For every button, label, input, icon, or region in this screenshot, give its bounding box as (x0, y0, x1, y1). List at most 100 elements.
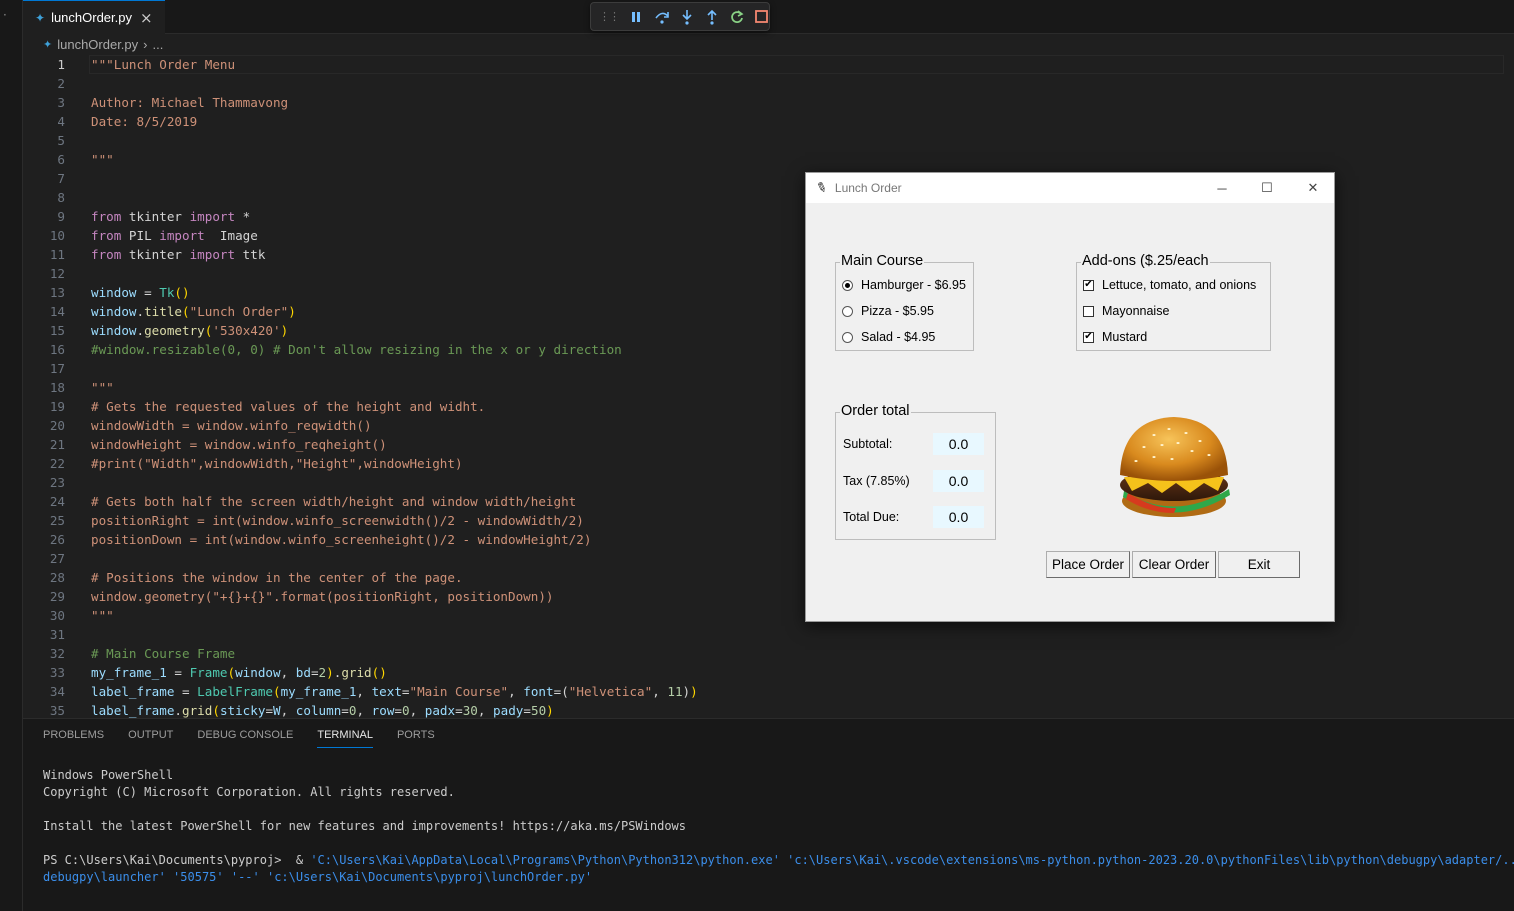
line-number: 26 (49, 532, 65, 547)
close-button[interactable]: ✕ (1290, 173, 1336, 203)
step-into-icon[interactable] (680, 9, 695, 25)
radio-pizza[interactable]: Pizza - $5.95 (842, 302, 934, 320)
panel-tabs: PROBLEMS OUTPUT DEBUG CONSOLE TERMINAL P… (43, 729, 435, 748)
window-title: Lunch Order (834, 181, 902, 195)
radio-indicator (842, 331, 853, 343)
clear-order-button[interactable]: Clear Order (1132, 551, 1216, 578)
stop-icon[interactable] (754, 9, 769, 25)
restart-icon[interactable] (729, 9, 744, 25)
breadcrumb-separator: › (143, 36, 148, 52)
line-number: 15 (49, 323, 65, 338)
order-total-frame: Order total Subtotal: 0.0 Tax (7.85%) 0.… (835, 403, 996, 540)
code-text: my_frame_1 = Frame(window, bd=2).grid() (91, 665, 387, 680)
line-number: 29 (49, 589, 65, 604)
code-text: window.geometry("+{}+{}".format(position… (91, 589, 554, 604)
radio-salad[interactable]: Salad - $4.95 (842, 328, 935, 346)
line-number: 6 (57, 152, 65, 167)
code-text: # Gets the requested values of the heigh… (91, 399, 486, 414)
line-number: 22 (49, 456, 65, 471)
addons-frame: Add-ons ($.25/each ✔ Lettuce, tomato, an… (1076, 253, 1271, 351)
total-due-label: Total Due: (843, 510, 900, 524)
radio-indicator (842, 305, 853, 317)
line-number: 32 (49, 646, 65, 661)
tab-close-icon[interactable]: × (140, 9, 153, 27)
line-number: 3 (57, 95, 65, 110)
subtotal-label: Subtotal: (843, 437, 893, 451)
place-order-button[interactable]: Place Order (1046, 551, 1130, 578)
line-number: 5 (57, 133, 65, 148)
checkbox-checked: ✔ (1083, 331, 1094, 343)
python-file-icon: ✦ (35, 10, 46, 25)
step-over-icon[interactable] (654, 9, 670, 25)
line-number: 20 (49, 418, 65, 433)
tab-ports[interactable]: PORTS (397, 729, 435, 748)
code-line: 6 """ (23, 150, 1423, 169)
line-number: 1 (57, 57, 65, 72)
code-text: label_frame = LabelFrame(my_frame_1, tex… (91, 684, 698, 699)
radio-indicator (842, 279, 853, 291)
code-text: """ (91, 380, 114, 395)
radio-label: Salad - $4.95 (861, 330, 936, 344)
checkbox-lettuce[interactable]: ✔ Lettuce, tomato, and onions (1083, 276, 1256, 294)
radio-label: Pizza - $5.95 (861, 304, 934, 318)
terminal-line: Windows PowerShell (43, 768, 174, 782)
code-text: windowHeight = window.winfo_reqheight() (91, 437, 387, 452)
tab-problems[interactable]: PROBLEMS (43, 729, 104, 748)
tab-terminal[interactable]: TERMINAL (317, 729, 373, 748)
breadcrumb-more[interactable]: ... (153, 37, 164, 52)
line-number: 10 (49, 228, 65, 243)
line-number: 7 (57, 171, 65, 186)
line-number: 2 (57, 76, 65, 91)
line-number: 4 (57, 114, 65, 129)
code-line: 35 label_frame.grid(sticky=W, column=0, r… (23, 701, 1423, 718)
checkbox-mustard[interactable]: ✔ Mustard (1083, 328, 1147, 346)
bottom-panel: PROBLEMS OUTPUT DEBUG CONSOLE TERMINAL P… (23, 718, 1514, 911)
line-number: 11 (49, 247, 65, 262)
line-number: 17 (49, 361, 65, 376)
minimize-button[interactable]: ─ (1199, 173, 1245, 203)
terminal[interactable]: Windows PowerShell Copyright (C) Microso… (43, 767, 1514, 886)
code-text: # Gets both half the screen width/height… (91, 494, 577, 509)
order-total-label: Order total (840, 403, 911, 420)
code-line: 32 # Main Course Frame (23, 644, 1423, 663)
terminal-command-continuation: debugpy\launcher' '50575' '--' 'c:\Users… (43, 870, 593, 884)
code-text: from tkinter import ttk (91, 247, 266, 262)
line-number: 24 (49, 494, 65, 509)
step-out-icon[interactable] (705, 9, 720, 25)
breadcrumb-file[interactable]: lunchOrder.py (57, 37, 138, 52)
line-number: 16 (49, 342, 65, 357)
code-text: """Lunch Order Menu (91, 57, 236, 72)
code-text: positionRight = int(window.winfo_screenw… (91, 513, 584, 528)
line-number: 21 (49, 437, 65, 452)
tab-debug-console[interactable]: DEBUG CONSOLE (197, 729, 293, 748)
line-number: 25 (49, 513, 65, 528)
checkbox-checked: ✔ (1083, 279, 1094, 291)
line-number: 28 (49, 570, 65, 585)
drag-handle-icon[interactable]: ⋮⋮ (599, 10, 620, 23)
tax-value: 0.0 (933, 470, 984, 492)
code-text: """ (91, 152, 114, 167)
checkbox-mayonnaise[interactable]: Mayonnaise (1083, 302, 1169, 320)
line-number: 27 (49, 551, 65, 566)
code-text: # Positions the window in the center of … (91, 570, 463, 585)
exit-button[interactable]: Exit (1218, 551, 1300, 578)
addons-label: Add-ons ($.25/each (1081, 253, 1210, 270)
line-number: 14 (49, 304, 65, 319)
pause-icon[interactable] (629, 9, 644, 25)
maximize-button[interactable]: ☐ (1244, 173, 1290, 203)
window-titlebar[interactable]: ✎ Lunch Order ─ ☐ ✕ (806, 173, 1334, 203)
subtotal-value: 0.0 (933, 433, 984, 455)
code-text: from PIL import Image (91, 228, 258, 243)
tab-lunchorder[interactable]: ✦ lunchOrder.py × (23, 0, 165, 34)
code-text: #window.resizable(0, 0) # Don't allow re… (91, 342, 622, 357)
activity-dot: · (3, 8, 7, 22)
code-line: 34 label_frame = LabelFrame(my_frame_1, t… (23, 682, 1423, 701)
code-text: Date: 8/5/2019 (91, 114, 198, 129)
line-number: 34 (49, 684, 65, 699)
radio-hamburger[interactable]: Hamburger - $6.95 (842, 276, 966, 294)
line-number: 30 (49, 608, 65, 623)
debug-toolbar: ⋮⋮ (590, 2, 770, 31)
tab-output[interactable]: OUTPUT (128, 729, 173, 748)
line-number: 35 (49, 703, 65, 718)
